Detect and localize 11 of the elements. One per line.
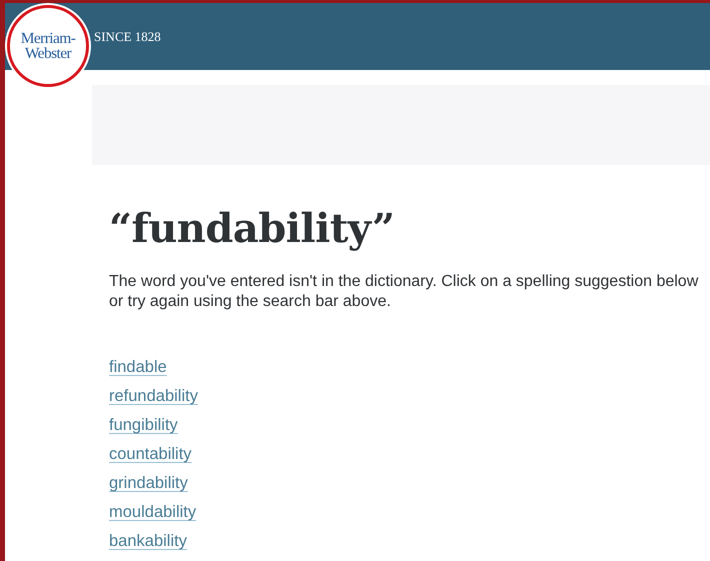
site-logo[interactable]: Merriam- Webster	[7, 5, 89, 87]
suggestion-link[interactable]: countability	[109, 443, 192, 465]
tagline: SINCE 1828	[94, 28, 161, 44]
not-found-message: The word you've entered isn't in the dictionary. Click on a spelling suggestion below or try again using the search bar above.	[109, 272, 700, 312]
searched-word: “fundability”	[109, 205, 396, 252]
suggestion-link[interactable]: fungibility	[109, 414, 178, 436]
suggestion-link[interactable]: refundability	[109, 385, 198, 407]
suggestion-link[interactable]: findable	[109, 356, 167, 378]
suggestion-link[interactable]: grindability	[109, 472, 188, 494]
suggestion-link[interactable]: mouldability	[109, 501, 196, 523]
suggestion-link[interactable]: bankability	[109, 530, 187, 552]
